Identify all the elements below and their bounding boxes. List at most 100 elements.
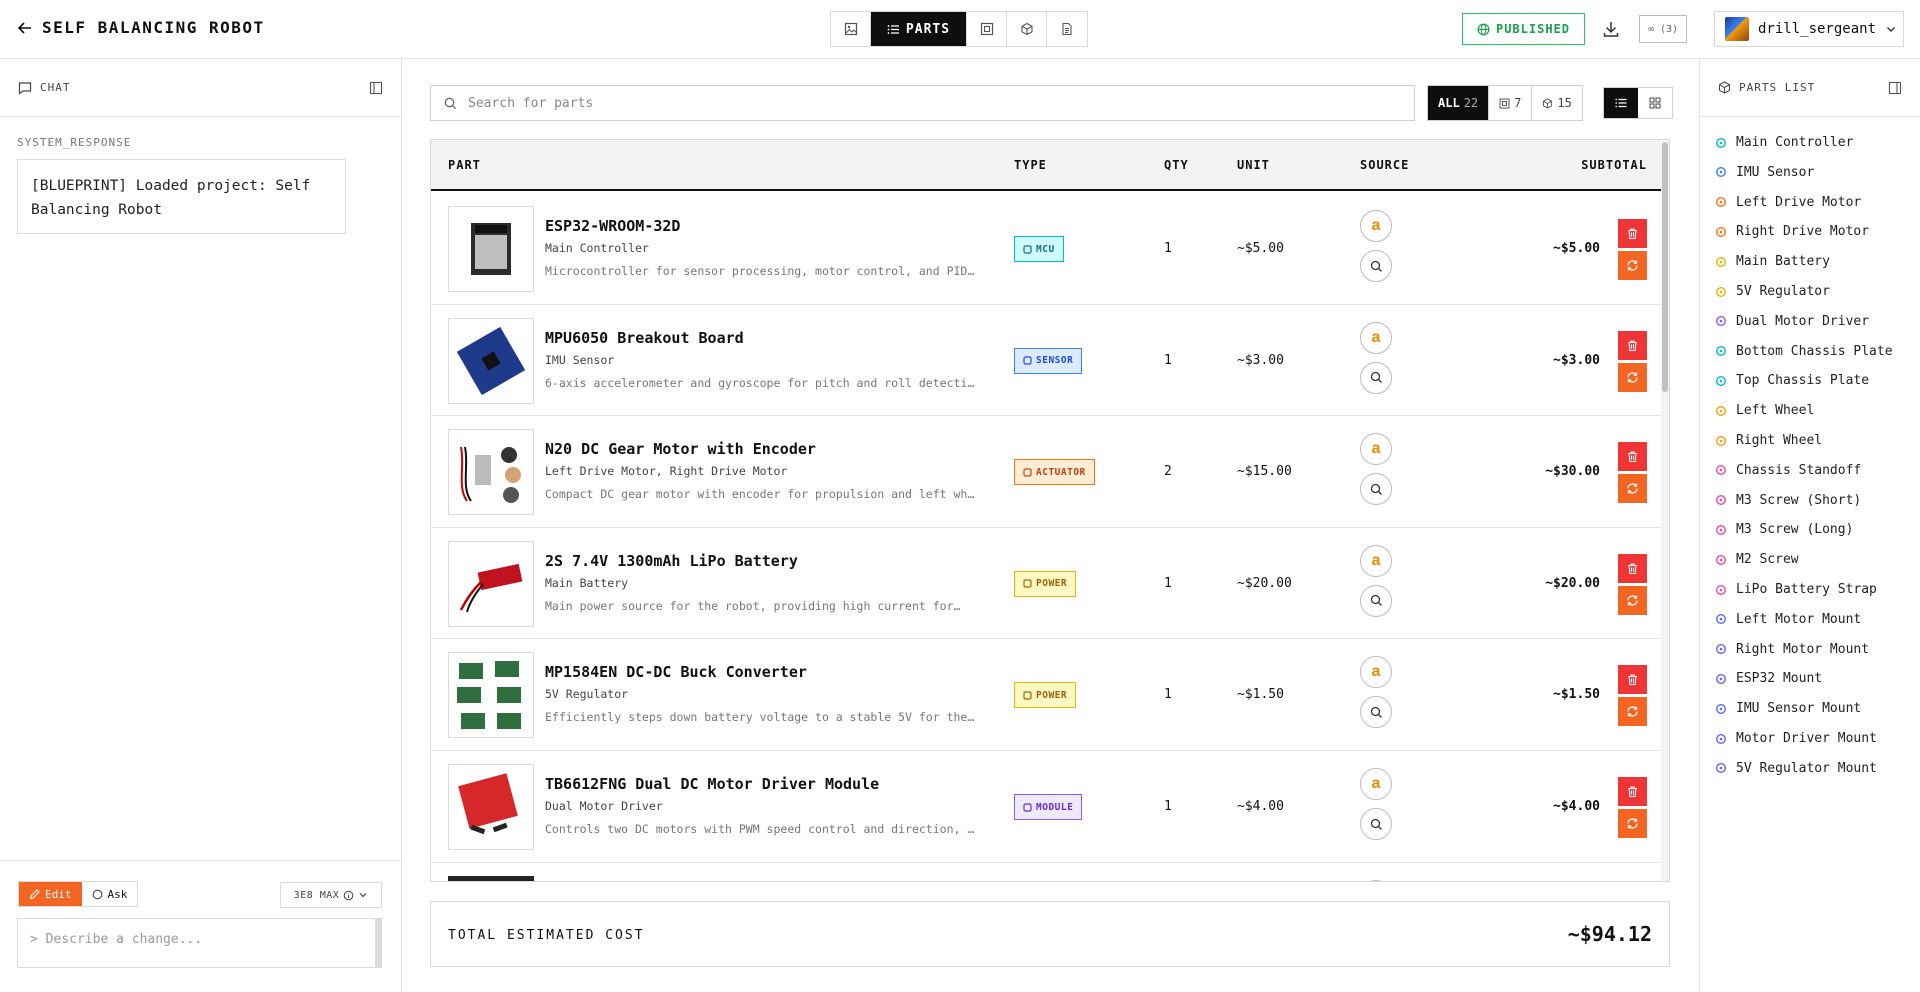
search-source-button[interactable] [1360, 473, 1392, 506]
parts-list-item[interactable]: IMU Sensor [1715, 165, 1814, 180]
parts-list-item[interactable]: LiPo Battery Strap [1715, 582, 1877, 597]
part-subtotal: ~$1.50 [1553, 687, 1600, 703]
filter-pcb[interactable]: 7 [1489, 86, 1533, 120]
list-icon [887, 24, 899, 34]
parts-list-item[interactable]: Left Drive Motor [1715, 195, 1861, 210]
part-thumbnail[interactable] [448, 206, 534, 292]
search-icon [1370, 595, 1382, 607]
part-subtotal: ~$4.00 [1553, 799, 1600, 814]
parts-list-item[interactable]: Right Drive Motor [1715, 224, 1869, 239]
search-source-button[interactable] [1360, 696, 1392, 729]
parts-list-item[interactable]: Motor Driver Mount [1715, 731, 1877, 746]
search-source-button[interactable] [1360, 808, 1392, 840]
view-switch [1603, 87, 1673, 119]
cube-icon [1020, 22, 1033, 36]
part-description: Main power source for the robot, providi… [545, 598, 961, 613]
part-thumbnail[interactable] [448, 540, 534, 627]
amazon-link[interactable]: a [1360, 321, 1392, 354]
download-icon[interactable] [1602, 20, 1620, 38]
table-row[interactable]: TB6612FNG Dual DC Motor Driver Module Du… [431, 751, 1661, 863]
trash-icon [1628, 228, 1637, 240]
part-qty: 1 [1164, 799, 1172, 814]
parts-list-item[interactable]: M3 Screw (Short) [1715, 493, 1861, 508]
replace-part-button[interactable] [1618, 362, 1647, 392]
search-source-button[interactable] [1360, 361, 1392, 394]
parts-list-item[interactable]: Right Motor Mount [1715, 642, 1869, 657]
infinity-credits-badge[interactable]: ∞ (3) [1639, 15, 1687, 43]
parts-list-item[interactable]: Main Battery [1715, 254, 1830, 269]
ask-mode-button[interactable]: Ask [82, 882, 138, 906]
parts-list-item[interactable]: Chassis Standoff [1715, 463, 1861, 478]
model-select[interactable]: 3E8 MAX [280, 882, 382, 908]
search-source-button[interactable] [1360, 584, 1392, 617]
panel-collapse-icon[interactable] [1888, 81, 1902, 95]
delete-part-button[interactable] [1618, 442, 1647, 472]
view-tabs: PARTS [830, 11, 1088, 47]
table-row[interactable] [431, 863, 1661, 881]
tab-3d[interactable] [1007, 12, 1047, 46]
parts-list-item[interactable]: Left Motor Mount [1715, 612, 1861, 627]
replace-part-button[interactable] [1618, 809, 1647, 838]
user-menu[interactable]: drill_sergeant [1714, 11, 1904, 47]
table-row[interactable]: ESP32-WROOM-32D Main Controller Microcon… [431, 193, 1661, 305]
list-view-button[interactable] [1604, 88, 1638, 118]
arrow-left-icon[interactable] [17, 20, 33, 36]
parts-list-item[interactable]: ESP32 Mount [1715, 671, 1822, 686]
delete-part-button[interactable] [1618, 777, 1647, 806]
table-row[interactable]: 2S 7.4V 1300mAh LiPo Battery Main Batter… [431, 528, 1661, 640]
replace-part-button[interactable] [1618, 697, 1647, 727]
tab-docs[interactable] [1047, 12, 1087, 46]
parts-list-item[interactable]: Left Wheel [1715, 403, 1814, 418]
filter-cad[interactable]: 15 [1532, 86, 1581, 120]
parts-list-item[interactable]: 5V Regulator [1715, 284, 1830, 299]
scrollbar-thumb[interactable] [1662, 142, 1668, 392]
part-thumbnail[interactable] [448, 429, 534, 516]
tab-parts[interactable]: PARTS [871, 12, 967, 46]
amazon-link[interactable]: a [1360, 544, 1392, 577]
part-thumbnail[interactable] [448, 764, 534, 850]
delete-part-button[interactable] [1618, 330, 1647, 360]
parts-list-item[interactable]: IMU Sensor Mount [1715, 701, 1861, 716]
replace-part-button[interactable] [1618, 585, 1647, 615]
part-thumbnail[interactable] [448, 652, 534, 739]
parts-list-item[interactable]: M3 Screw (Long) [1715, 522, 1853, 537]
amazon-link[interactable] [1360, 879, 1392, 881]
amazon-link[interactable]: a [1360, 433, 1392, 466]
table-row[interactable]: N20 DC Gear Motor with Encoder Left Driv… [431, 416, 1661, 528]
part-thumbnail[interactable] [448, 875, 534, 881]
edit-mode-button[interactable]: Edit [19, 882, 82, 906]
parts-search-input[interactable]: Search for parts [430, 85, 1415, 121]
panel-collapse-icon[interactable] [369, 81, 383, 95]
part-name: MPU6050 Breakout Board [545, 328, 744, 347]
published-button[interactable]: PUBLISHED [1462, 13, 1585, 45]
replace-part-button[interactable] [1618, 474, 1647, 504]
grid-view-button[interactable] [1638, 88, 1672, 118]
delete-part-button[interactable] [1618, 553, 1647, 583]
delete-part-button[interactable] [1618, 219, 1647, 248]
amazon-link[interactable]: a [1360, 210, 1392, 242]
filter-all[interactable]: ALL 22 [1428, 86, 1490, 120]
amazon-link[interactable]: a [1360, 768, 1392, 800]
chat-input[interactable]: > Describe a change... [17, 918, 382, 968]
delete-part-button[interactable] [1618, 665, 1647, 695]
parts-list-item[interactable]: 5V Regulator Mount [1715, 761, 1877, 776]
table-row[interactable]: MPU6050 Breakout Board IMU Sensor 6-axis… [431, 305, 1661, 417]
part-type-icon [1715, 763, 1727, 774]
table-scrollbar[interactable] [1661, 140, 1669, 881]
trash-icon [1628, 674, 1637, 686]
parts-list-item[interactable]: Right Wheel [1715, 433, 1822, 448]
tab-schematic[interactable] [967, 12, 1007, 46]
table-row[interactable]: MP1584EN DC-DC Buck Converter 5V Regulat… [431, 639, 1661, 751]
parts-list-item[interactable]: M2 Screw [1715, 552, 1799, 567]
replace-part-button[interactable] [1618, 251, 1647, 280]
tab-images[interactable] [831, 12, 871, 46]
parts-list-item[interactable]: Bottom Chassis Plate [1715, 344, 1893, 359]
part-thumbnail[interactable] [448, 317, 534, 404]
parts-list-item[interactable]: Top Chassis Plate [1715, 373, 1869, 388]
parts-list-item[interactable]: Dual Motor Driver [1715, 314, 1869, 329]
parts-list-item[interactable]: Main Controller [1715, 135, 1853, 150]
amazon-link[interactable]: a [1360, 656, 1392, 689]
part-qty: 1 [1164, 575, 1172, 591]
part-type-icon [1715, 435, 1727, 446]
search-source-button[interactable] [1360, 250, 1392, 282]
